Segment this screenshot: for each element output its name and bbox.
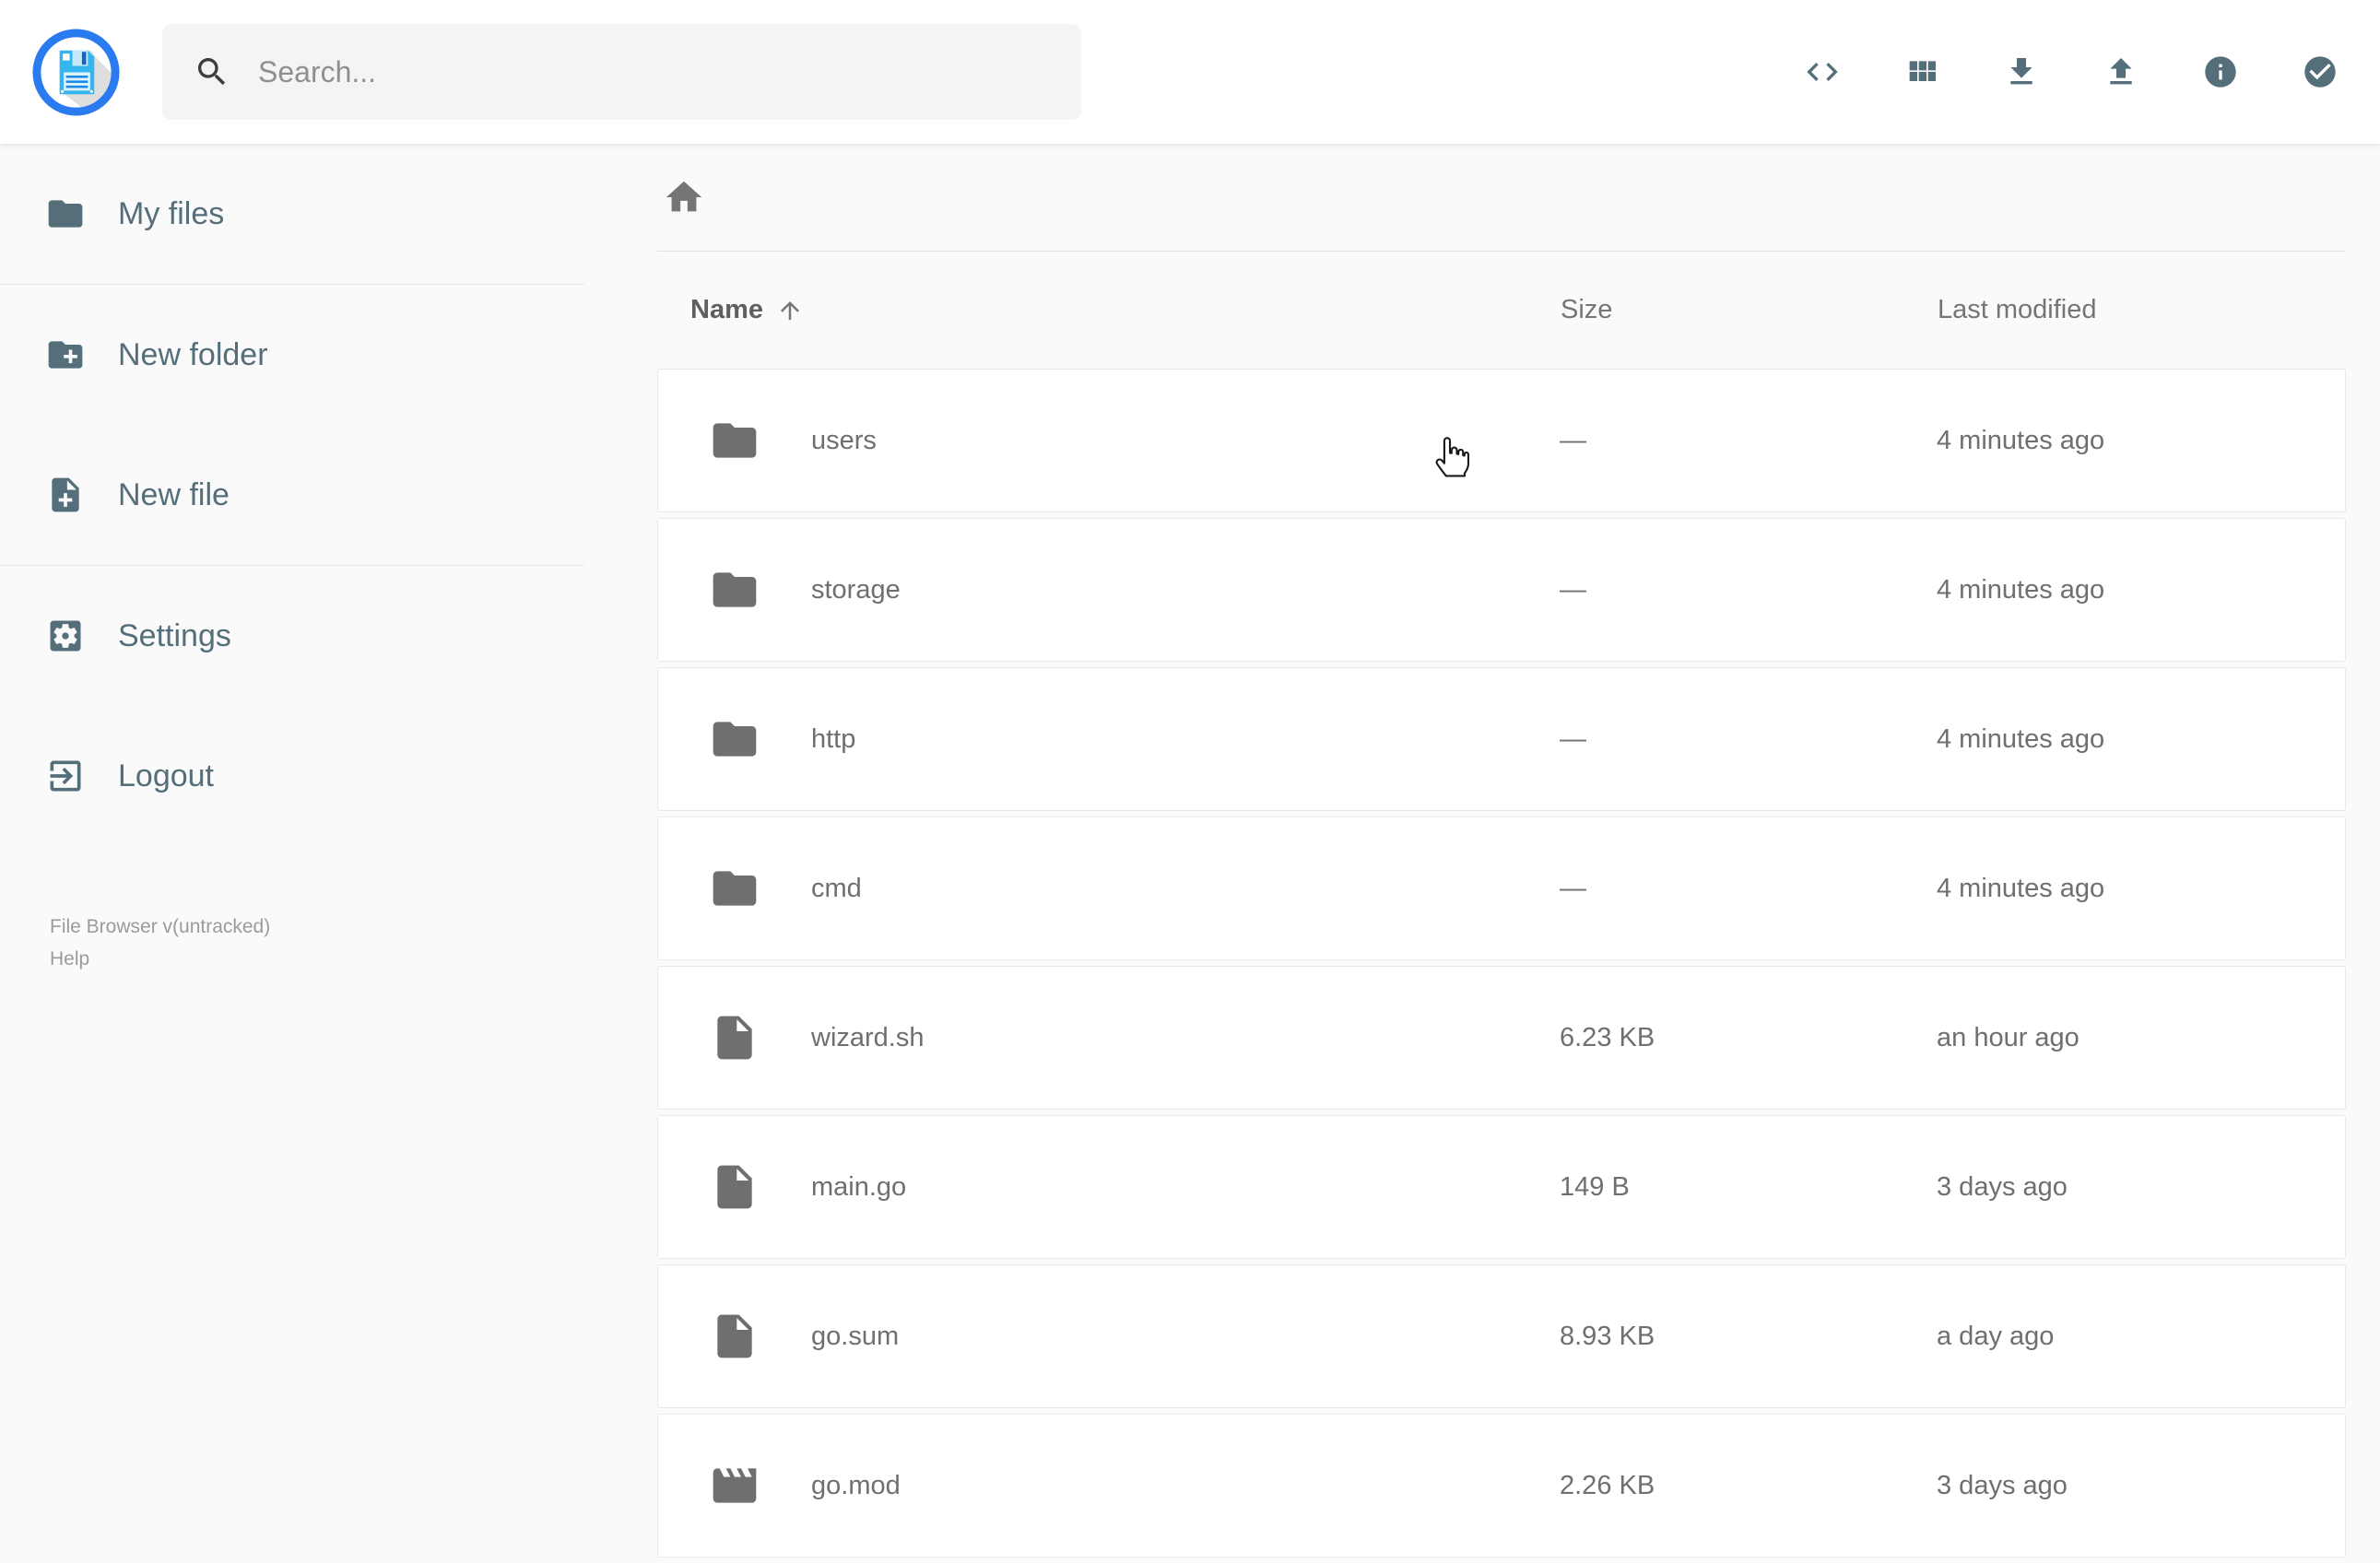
file-row[interactable]: go.mod 2.26 KB 3 days ago	[657, 1414, 2346, 1557]
download-button[interactable]	[2003, 53, 2040, 90]
file-name: storage	[811, 574, 901, 605]
home-icon	[666, 181, 702, 212]
settings-icon	[45, 616, 86, 656]
header-actions	[1804, 53, 2339, 90]
switch-view-button[interactable]	[1903, 53, 1940, 90]
top-header-bar	[0, 0, 2380, 144]
file-row[interactable]: cmd — 4 minutes ago	[657, 817, 2346, 960]
file-name: wizard.sh	[811, 1022, 925, 1052]
new-folder-icon	[45, 335, 86, 375]
file-modified: 3 days ago	[1937, 1470, 2068, 1500]
file-modified: 4 minutes ago	[1937, 425, 2105, 455]
file-name: users	[811, 425, 877, 455]
check-circle-icon	[2304, 56, 2336, 88]
file-name: go.mod	[811, 1470, 901, 1500]
upload-button[interactable]	[2103, 53, 2139, 90]
file-row-name-cell: go.mod	[658, 1460, 1560, 1511]
folder-icon	[45, 194, 86, 234]
folder-icon	[709, 415, 760, 466]
file-size: —	[1560, 574, 1586, 605]
code-icon	[1807, 63, 1838, 81]
file-modified: 4 minutes ago	[1937, 574, 2105, 605]
search-bar[interactable]	[162, 24, 1081, 120]
breadcrumb	[657, 144, 2346, 252]
file-modified: 4 minutes ago	[1937, 873, 2105, 903]
file-size: 2.26 KB	[1560, 1470, 1655, 1500]
home-breadcrumb-button[interactable]	[663, 176, 705, 218]
file-row[interactable]: users — 4 minutes ago	[657, 369, 2346, 512]
file-modified: 4 minutes ago	[1937, 723, 2105, 754]
sidebar-item-label: New file	[118, 476, 230, 512]
sidebar-item-label: Logout	[118, 758, 214, 793]
filebrowser-app: { "colors": { "accent_blue": "#2a7af0", …	[0, 0, 2380, 1557]
new-file-icon	[45, 475, 86, 515]
column-header-name-label: Name	[690, 295, 763, 324]
file-name: main.go	[811, 1171, 907, 1202]
info-icon	[2205, 56, 2236, 88]
sidebar-item-label: New folder	[118, 336, 268, 372]
sidebar-item-logout[interactable]: Logout	[0, 706, 584, 846]
file-listing-area: Name Size Last modified users — 4 minute…	[657, 144, 2346, 1563]
folder-icon	[709, 564, 760, 616]
info-button[interactable]	[2202, 53, 2239, 90]
sidebar-item-new-folder[interactable]: New folder	[0, 285, 584, 425]
file-row[interactable]: storage — 4 minutes ago	[657, 518, 2346, 662]
column-header-size[interactable]: Size	[1561, 295, 1938, 325]
file-icon	[709, 1310, 760, 1362]
file-size: —	[1560, 873, 1586, 903]
file-size: 6.23 KB	[1560, 1022, 1655, 1052]
sort-ascending-arrow-icon	[776, 297, 804, 324]
column-header-name[interactable]: Name	[657, 295, 1561, 325]
column-header-modified[interactable]: Last modified	[1938, 295, 2346, 325]
select-multiple-button[interactable]	[2302, 53, 2339, 90]
listing-header-row: Name Size Last modified	[657, 252, 2346, 369]
folder-icon	[709, 713, 760, 765]
folder-icon	[709, 863, 760, 914]
filebrowser-logo[interactable]	[30, 27, 122, 118]
file-listing: users — 4 minutes ago storage — 4 minute…	[657, 369, 2346, 1557]
raw-view-button[interactable]	[1804, 53, 1841, 90]
file-name: cmd	[811, 873, 862, 903]
file-row-name-cell: http	[658, 713, 1560, 765]
file-row-name-cell: cmd	[658, 863, 1560, 914]
sidebar-item-new-file[interactable]: New file	[0, 425, 584, 565]
file-row[interactable]: go.sum 8.93 KB a day ago	[657, 1264, 2346, 1408]
logout-icon	[45, 756, 86, 796]
file-row[interactable]: main.go 149 B 3 days ago	[657, 1115, 2346, 1259]
sidebar-footer: File Browser v(untracked) Help	[50, 911, 270, 975]
file-name: go.sum	[811, 1321, 900, 1351]
file-modified: a day ago	[1937, 1321, 2055, 1351]
file-icon	[709, 1012, 760, 1064]
file-size: —	[1560, 425, 1586, 455]
file-size: —	[1560, 723, 1586, 754]
movie-icon	[709, 1460, 760, 1511]
sidebar-item-my-files[interactable]: My files	[0, 144, 584, 284]
search-icon	[194, 53, 230, 90]
file-size: 149 B	[1560, 1171, 1630, 1202]
file-row-name-cell: users	[658, 415, 1560, 466]
sidebar-item-settings[interactable]: Settings	[0, 566, 584, 706]
download-icon	[2010, 58, 2032, 85]
file-row[interactable]: http — 4 minutes ago	[657, 667, 2346, 811]
file-modified: 3 days ago	[1937, 1171, 2068, 1202]
file-row-name-cell: main.go	[658, 1161, 1560, 1213]
sidebar-item-label: Settings	[118, 617, 231, 653]
sidebar-item-label: My files	[118, 195, 225, 231]
file-icon	[709, 1161, 760, 1213]
search-input[interactable]	[256, 43, 1054, 100]
file-name: http	[811, 723, 856, 754]
sidebar: My files New folder New file Settings Lo…	[0, 144, 584, 1530]
file-modified: an hour ago	[1937, 1022, 2080, 1052]
file-row-name-cell: go.sum	[658, 1310, 1560, 1362]
grid-icon	[1909, 61, 1936, 81]
file-row-name-cell: wizard.sh	[658, 1012, 1560, 1064]
file-row[interactable]: wizard.sh 6.23 KB an hour ago	[657, 966, 2346, 1110]
help-link[interactable]: Help	[50, 943, 270, 975]
file-row-name-cell: storage	[658, 564, 1560, 616]
version-link[interactable]: File Browser v(untracked)	[50, 911, 270, 943]
upload-icon	[2110, 58, 2132, 85]
file-size: 8.93 KB	[1560, 1321, 1655, 1351]
